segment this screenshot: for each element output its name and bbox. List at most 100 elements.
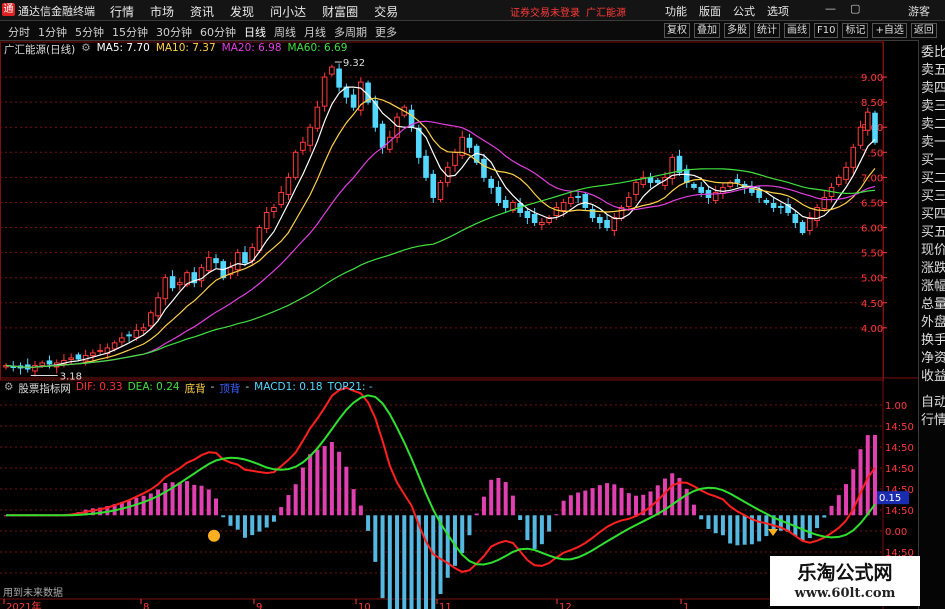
tool-overlay[interactable]: 叠加: [694, 23, 720, 38]
macd-bar: [634, 495, 639, 516]
side-panel-item[interactable]: 买四: [921, 208, 945, 222]
side-panel-item[interactable]: 卖一: [921, 136, 945, 150]
candle-body: [843, 166, 849, 180]
macd-bar: [518, 515, 523, 521]
tool-add-watchlist[interactable]: +自选: [872, 23, 907, 38]
candle-body: [271, 206, 277, 212]
macd-bar: [764, 515, 769, 537]
side-panel-item[interactable]: 现价: [921, 244, 945, 258]
tool-adjust[interactable]: 复权: [664, 23, 690, 38]
candle-body: [502, 199, 509, 208]
side-panel-item[interactable]: 委比: [921, 46, 945, 60]
candle-body: [423, 155, 429, 178]
menu-item-markets[interactable]: 市场: [150, 3, 174, 20]
menu-item-formula[interactable]: 公式: [733, 3, 755, 19]
tab-5min[interactable]: 5分钟: [75, 24, 104, 40]
indicator-name[interactable]: 股票指标网: [18, 381, 71, 396]
maximize-icon[interactable]: ▢: [850, 2, 860, 15]
menu-item-wealth[interactable]: 财富圈: [322, 3, 358, 20]
macd-bar: [858, 449, 863, 516]
macd-bar: [590, 488, 595, 516]
quote-side-panel: 委比卖五卖四卖三卖二卖一买一买二买三买四买五现价涨跌涨幅总量外盘换手净资收益自动…: [918, 40, 945, 609]
candle-body: [763, 199, 770, 203]
side-panel-item[interactable]: 外盘: [921, 316, 945, 330]
side-panel-item[interactable]: 换手: [921, 334, 945, 348]
tab-15min[interactable]: 15分钟: [112, 24, 148, 40]
tool-multi-stock[interactable]: 多股: [724, 23, 750, 38]
price-tick-label: 9.00: [861, 73, 883, 84]
window-controls: — ▢: [825, 2, 860, 15]
tab-more[interactable]: 更多: [375, 24, 397, 40]
candle-body: [575, 195, 581, 198]
tab-multi-period[interactable]: 多周期: [334, 24, 367, 40]
minimize-icon[interactable]: —: [825, 2, 836, 15]
price-tick-label: 6.00: [861, 224, 883, 235]
menu-item-market[interactable]: 行情: [110, 3, 134, 20]
tab-daily[interactable]: 日线: [244, 24, 266, 40]
side-panel-item[interactable]: 总量: [921, 298, 945, 312]
macd-bar: [460, 515, 465, 554]
menu-item-options[interactable]: 选项: [767, 3, 789, 19]
tab-30min[interactable]: 30分钟: [156, 24, 192, 40]
chart-canvas[interactable]: 9.008.508.007.507.006.506.005.505.004.50…: [0, 40, 918, 609]
indicator-settings-icon[interactable]: ⚙: [4, 381, 13, 396]
watermark-logo: 乐淘公式网 www.60lt.com: [770, 556, 920, 606]
tab-weekly[interactable]: 周线: [274, 24, 296, 40]
side-panel-item[interactable]: 卖五: [921, 64, 945, 78]
watermark-text: 乐淘公式网: [797, 562, 893, 584]
candle-body: [734, 178, 741, 183]
tool-draw[interactable]: 画线: [784, 23, 810, 38]
indicator-axis: 1.0014:5014:5014:5014:5014:500.0014:5014…: [875, 401, 914, 580]
side-panel-item[interactable]: 卖三: [921, 100, 945, 114]
candle-body: [148, 312, 154, 327]
tab-monthly[interactable]: 月线: [304, 24, 326, 40]
side-panel-item[interactable]: 净资: [921, 352, 945, 366]
side-panel-item[interactable]: 卖四: [921, 82, 945, 96]
side-panel-item[interactable]: 行情: [921, 414, 945, 428]
settings-icon[interactable]: ⚙: [81, 42, 90, 57]
menu-item-discover[interactable]: 发现: [230, 3, 254, 20]
macd-bar: [402, 515, 407, 609]
macd-bar: [539, 515, 544, 545]
candle-body: [850, 146, 857, 168]
tool-back[interactable]: 返回: [910, 23, 937, 38]
candle-body: [756, 189, 762, 198]
tab-intraday[interactable]: 分时: [8, 24, 30, 40]
menu-item-news[interactable]: 资讯: [190, 3, 214, 20]
tool-statistics[interactable]: 统计: [754, 23, 780, 38]
side-panel-item[interactable]: 涨跌: [921, 262, 945, 276]
side-panel-item[interactable]: 涨幅: [921, 280, 945, 294]
candle-body: [654, 179, 661, 183]
tab-1min[interactable]: 1分钟: [38, 24, 67, 40]
candle-body: [46, 360, 53, 365]
macd-bar: [300, 467, 305, 516]
side-panel-item[interactable]: 收益: [921, 370, 945, 384]
guest-account[interactable]: 游客: [908, 3, 930, 19]
tool-f10[interactable]: F10: [814, 23, 839, 38]
candle-body: [857, 126, 864, 146]
candle-body: [872, 112, 878, 143]
side-panel-item[interactable]: 买二: [921, 172, 945, 186]
macd-bar: [452, 515, 457, 566]
tool-mark[interactable]: 标记: [842, 23, 869, 38]
top21-label: TOP21: -: [327, 381, 373, 393]
side-panel-item[interactable]: 自动: [921, 396, 945, 410]
side-panel-item[interactable]: 买三: [921, 190, 945, 204]
menu-item-trade[interactable]: 交易: [374, 3, 398, 20]
tab-60min[interactable]: 60分钟: [200, 24, 236, 40]
stock-title[interactable]: 广汇能源(日线): [4, 42, 75, 57]
macd-bar: [221, 515, 226, 518]
candle-body: [807, 217, 813, 232]
date-tick-label: 10: [358, 602, 371, 609]
menu-item-ask[interactable]: 问小达: [270, 3, 306, 20]
macd-bar: [358, 505, 363, 516]
macd-bar: [395, 515, 400, 609]
menu-item-layout[interactable]: 版面: [699, 3, 721, 19]
side-panel-item[interactable]: 买一: [921, 154, 945, 168]
macd-bar: [322, 446, 327, 516]
side-panel-item[interactable]: 买五: [921, 226, 945, 240]
high-marker-label: 9.32: [343, 58, 365, 69]
login-status[interactable]: 证券交易未登录: [510, 4, 580, 19]
menu-item-function[interactable]: 功能: [665, 3, 687, 19]
side-panel-item[interactable]: 卖二: [921, 118, 945, 132]
